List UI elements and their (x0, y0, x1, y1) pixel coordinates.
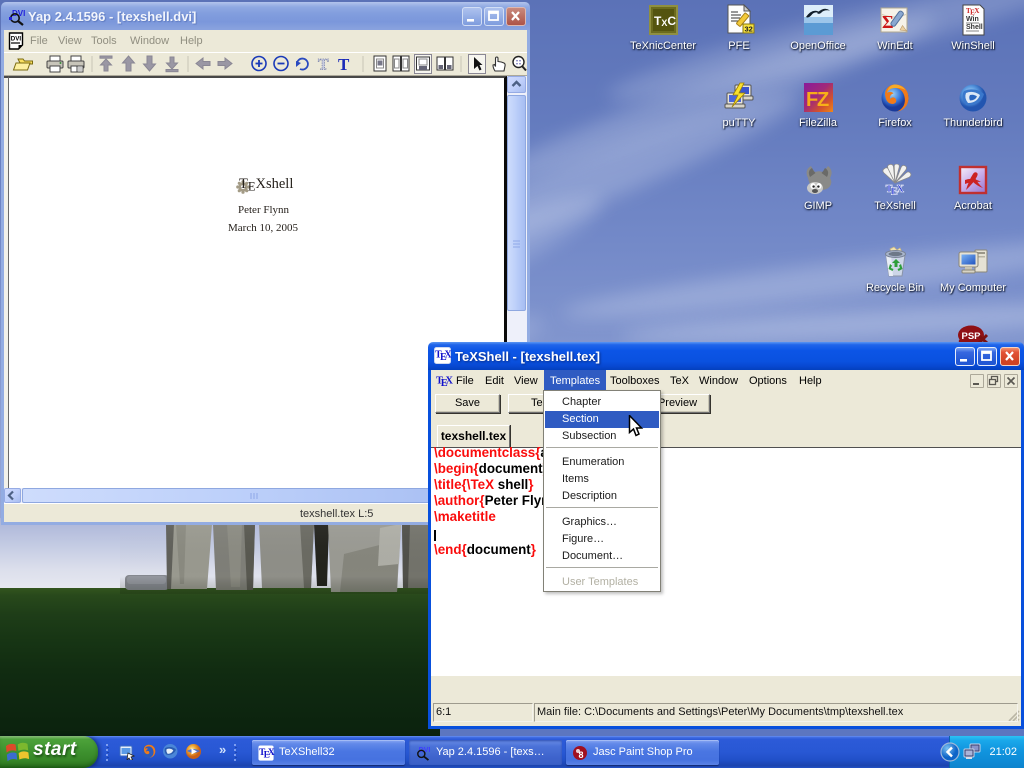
svg-text:X: X (445, 375, 453, 386)
svg-text:8: 8 (579, 750, 584, 760)
svg-text:X: X (445, 350, 453, 361)
svg-text:Z: Z (817, 89, 829, 111)
svg-text:X: X (268, 748, 275, 758)
svg-text:Win: Win (966, 16, 979, 23)
svg-text:T: T (318, 57, 329, 74)
svg-text:DVI: DVI (11, 36, 22, 43)
svg-text:32: 32 (744, 25, 752, 34)
svg-text:T: T (338, 55, 350, 74)
svg-text:PSP: PSP (961, 331, 981, 342)
svg-text:X: X (896, 184, 904, 195)
svg-text:Shell: Shell (966, 24, 983, 31)
